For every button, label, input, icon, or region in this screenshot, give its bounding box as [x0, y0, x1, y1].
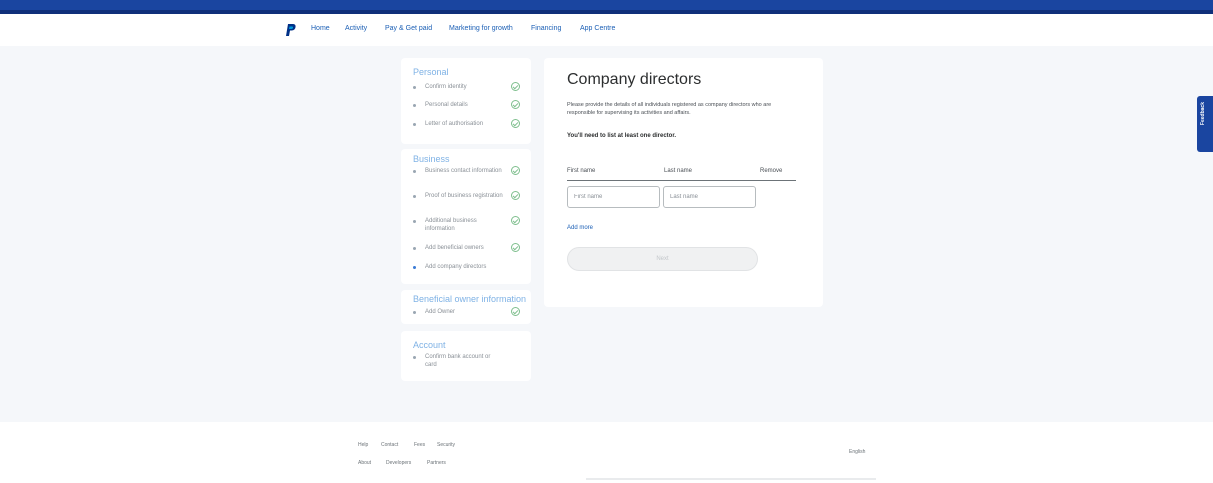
- column-header-first-name: First name: [567, 168, 596, 174]
- footer-link-contact[interactable]: Contact: [381, 442, 398, 448]
- check-circle-icon: [511, 166, 520, 175]
- step-bullet-icon: [413, 356, 416, 359]
- check-circle-icon: [511, 243, 520, 252]
- step-bullet-icon: [413, 86, 416, 89]
- check-circle-icon: [511, 100, 520, 109]
- page-title: Company directors: [567, 71, 702, 88]
- sidebar-item-label: Confirm bank account or card: [425, 354, 491, 368]
- sidebar-section-beneficial-owner-information: Beneficial owner information Add Owner: [401, 290, 531, 324]
- footer-link-fees[interactable]: Fees: [414, 442, 425, 448]
- step-bullet-icon: [413, 220, 416, 223]
- footer-link-partners[interactable]: Partners: [427, 460, 446, 466]
- step-bullet-icon: [413, 170, 416, 173]
- column-header-last-name: Last name: [664, 168, 693, 174]
- check-circle-icon: [511, 216, 520, 225]
- nav-app-centre[interactable]: App Centre: [580, 25, 615, 32]
- check-circle-icon: [511, 82, 520, 91]
- sidebar-section-title: Beneficial owner information: [413, 294, 527, 304]
- current-step-bullet-icon: [413, 266, 416, 269]
- feedback-tab[interactable]: Feedback: [1197, 96, 1213, 152]
- table-header-divider: [567, 180, 796, 181]
- company-directors-card: Company directors Please provide the det…: [544, 58, 823, 307]
- sidebar-item-label: Business contact information: [425, 168, 502, 174]
- sidebar-section-business: Business Business contact information Pr…: [401, 149, 531, 284]
- column-header-remove: Remove: [760, 168, 783, 174]
- nav-marketing-for-growth[interactable]: Marketing for growth: [449, 25, 513, 32]
- main-nav: Home Activity Pay & Get paid Marketing f…: [0, 14, 1213, 46]
- sidebar-section-personal: Personal Confirm identity Personal detai…: [401, 58, 531, 144]
- form-description: Please provide the details of all indivi…: [567, 102, 772, 116]
- feedback-label: Feedback: [1200, 102, 1206, 126]
- footer-link-security[interactable]: Security: [437, 442, 455, 448]
- nav-pay-get-paid[interactable]: Pay & Get paid: [385, 25, 432, 32]
- sidebar-section-title: Personal: [413, 67, 449, 77]
- sidebar-item-label: Add company directors: [425, 264, 487, 270]
- footer-link-help[interactable]: Help: [358, 442, 368, 448]
- sidebar-item-label: Proof of business registration: [425, 193, 503, 199]
- step-bullet-icon: [413, 311, 416, 314]
- first-name-input[interactable]: [567, 186, 660, 208]
- step-bullet-icon: [413, 247, 416, 250]
- main-content-area: Personal Confirm identity Personal detai…: [0, 46, 1213, 422]
- add-more-link[interactable]: Add more: [567, 225, 593, 231]
- sidebar-item-label: Personal details: [425, 102, 468, 108]
- footer-divider: [586, 478, 876, 480]
- sidebar-item-label: Add beneficial owners: [425, 245, 484, 251]
- sidebar-item-label: Confirm identity: [425, 84, 467, 90]
- sidebar-section-title: Business: [413, 154, 450, 164]
- nav-financing[interactable]: Financing: [531, 25, 561, 32]
- step-bullet-icon: [413, 195, 416, 198]
- step-bullet-icon: [413, 104, 416, 107]
- sidebar-item-label: Add Owner: [425, 309, 456, 315]
- check-circle-icon: [511, 307, 520, 316]
- language-selector[interactable]: English: [849, 449, 865, 455]
- form-requirement-note: You'll need to list at least one directo…: [567, 133, 677, 139]
- sidebar-section-account: Account Confirm bank account or card: [401, 331, 531, 381]
- footer-link-about[interactable]: About: [358, 460, 371, 466]
- sidebar-item-label: Additional business information: [425, 218, 477, 232]
- next-button[interactable]: Next: [567, 247, 758, 271]
- footer-link-developers[interactable]: Developers: [386, 460, 411, 466]
- last-name-input[interactable]: [663, 186, 756, 208]
- check-circle-icon: [511, 191, 520, 200]
- sidebar-section-title: Account: [413, 340, 446, 350]
- check-circle-icon: [511, 119, 520, 128]
- paypal-logo-icon[interactable]: [286, 24, 296, 36]
- nav-activity[interactable]: Activity: [345, 25, 367, 32]
- step-bullet-icon: [413, 123, 416, 126]
- sidebar-item-label: Letter of authorisation: [425, 121, 484, 127]
- nav-home[interactable]: Home: [311, 25, 330, 32]
